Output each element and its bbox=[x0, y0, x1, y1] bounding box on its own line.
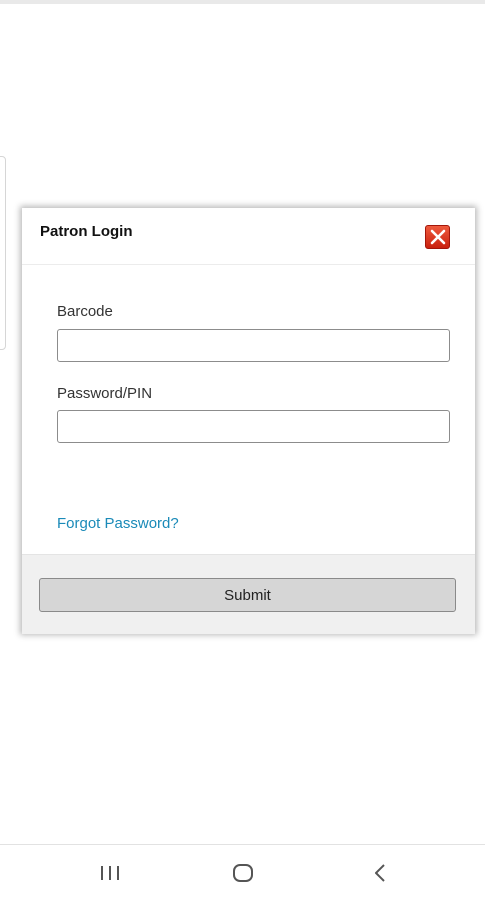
background-panel-edge bbox=[0, 156, 6, 350]
dialog-footer: Submit bbox=[22, 554, 475, 634]
close-button[interactable] bbox=[425, 225, 450, 249]
submit-button[interactable]: Submit bbox=[39, 578, 456, 612]
back-button[interactable] bbox=[365, 861, 395, 885]
forgot-password-link[interactable]: Forgot Password? bbox=[57, 515, 179, 532]
back-icon bbox=[375, 864, 385, 882]
home-icon bbox=[233, 864, 253, 882]
android-navigation-bar bbox=[0, 844, 485, 901]
dialog-title: Patron Login bbox=[40, 223, 133, 240]
password-label: Password/PIN bbox=[57, 385, 153, 402]
close-icon bbox=[430, 229, 446, 245]
barcode-label: Barcode bbox=[57, 303, 113, 320]
dialog-header: Patron Login bbox=[22, 208, 475, 265]
home-button[interactable] bbox=[228, 861, 258, 885]
patron-login-dialog: Patron Login Barcode Password/PIN Forgot… bbox=[22, 208, 475, 634]
top-status-strip bbox=[0, 0, 485, 4]
barcode-input[interactable] bbox=[57, 329, 450, 362]
recent-apps-button[interactable] bbox=[95, 861, 125, 885]
password-input[interactable] bbox=[57, 410, 450, 443]
recent-apps-icon bbox=[101, 866, 119, 880]
